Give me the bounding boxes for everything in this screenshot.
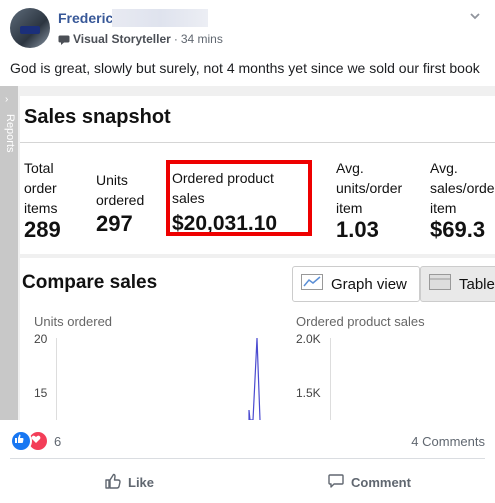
metric-label-line: item [336,200,363,216]
ordered-sales-plot [330,338,495,420]
redacted-surname [112,9,208,27]
meta-separator: · [173,32,178,46]
metric-value: 289 [24,217,61,242]
units-ordered-plot [56,337,277,420]
snapshot-divider [20,142,495,143]
comment-label: Comment [351,474,411,490]
reactions-summary[interactable]: 6 [10,430,61,452]
graph-view-label: Graph view [331,275,407,293]
metric-label-line: sales/orde [430,180,495,196]
y-tick: 20 [34,332,48,346]
metric-label-line: Total [24,160,54,176]
metric-avg-units-per-order: Avg. units/order item 1.03 [336,158,402,244]
author-avatar[interactable] [10,8,50,48]
reports-tab-label: Reports [4,114,16,153]
metric-label-line: item [430,200,457,216]
thumbs-up-icon [104,472,122,493]
comment-count[interactable]: 4 Comments [411,434,485,449]
units-ordered-line [248,337,261,420]
highlight-box [166,160,312,236]
reports-sidebar: › Reports [0,86,18,420]
metric-label-line: units/order [336,180,403,196]
table-icon [429,274,451,294]
reaction-count: 6 [54,433,62,449]
y-tick: 15 [34,386,48,400]
footer-divider [10,458,485,459]
chevron-right-icon: › [5,94,9,105]
table-view-button[interactable]: Table [420,266,495,302]
sales-snapshot-card: Sales snapshot Total order items 289 Uni… [20,96,495,254]
metric-label-line: Avg. [430,160,458,176]
post-meta: Visual Storyteller · 34 mins [58,32,223,46]
post-options-chevron-icon[interactable] [469,10,481,22]
metric-value: $69.3 [430,217,486,242]
line-graph-icon [301,274,323,294]
ordered-sales-chart-label: Ordered product sales [296,314,425,329]
compare-sales-card: Compare sales Graph view Table Units ord… [20,258,495,420]
metric-total-order-items: Total order items 289 [24,158,61,244]
comment-button[interactable]: Comment [327,470,411,494]
post-text: God is great, slowly but surely, not 4 m… [10,60,480,76]
like-reaction-icon [10,430,32,452]
metric-label-line: items [24,200,58,216]
units-ordered-chart-label: Units ordered [34,314,113,329]
graph-view-button[interactable]: Graph view [292,266,420,302]
metric-label-line: Units [96,172,128,188]
metric-label-line: Avg. [336,160,364,176]
metric-units-ordered: Units ordered 297 [96,170,144,238]
comment-bubble-icon [327,472,345,493]
sales-snapshot-title: Sales snapshot [24,106,171,128]
metric-avg-sales-per-order: Avg. sales/orde item $69.3 [430,158,495,244]
metric-label-line: ordered [96,192,145,208]
author-name[interactable]: Frederic [58,10,113,26]
shared-screenshot[interactable]: › Reports Sales snapshot Total order ite… [0,86,495,420]
metric-value: 297 [96,211,133,236]
like-button[interactable]: Like [104,470,154,494]
badge-label[interactable]: Visual Storyteller [73,32,171,46]
like-label: Like [128,474,155,490]
storyteller-badge-icon [58,34,70,45]
metric-label-line: order [24,180,57,196]
y-tick: 1.5K [296,386,321,400]
table-view-label: Table [459,275,495,293]
post-time[interactable]: 34 mins [181,32,223,46]
post-header: Frederic Visual Storyteller · 34 mins [0,0,495,55]
y-tick: 2.0K [296,332,321,346]
metric-value: 1.03 [336,217,379,242]
compare-sales-title: Compare sales [22,272,158,293]
